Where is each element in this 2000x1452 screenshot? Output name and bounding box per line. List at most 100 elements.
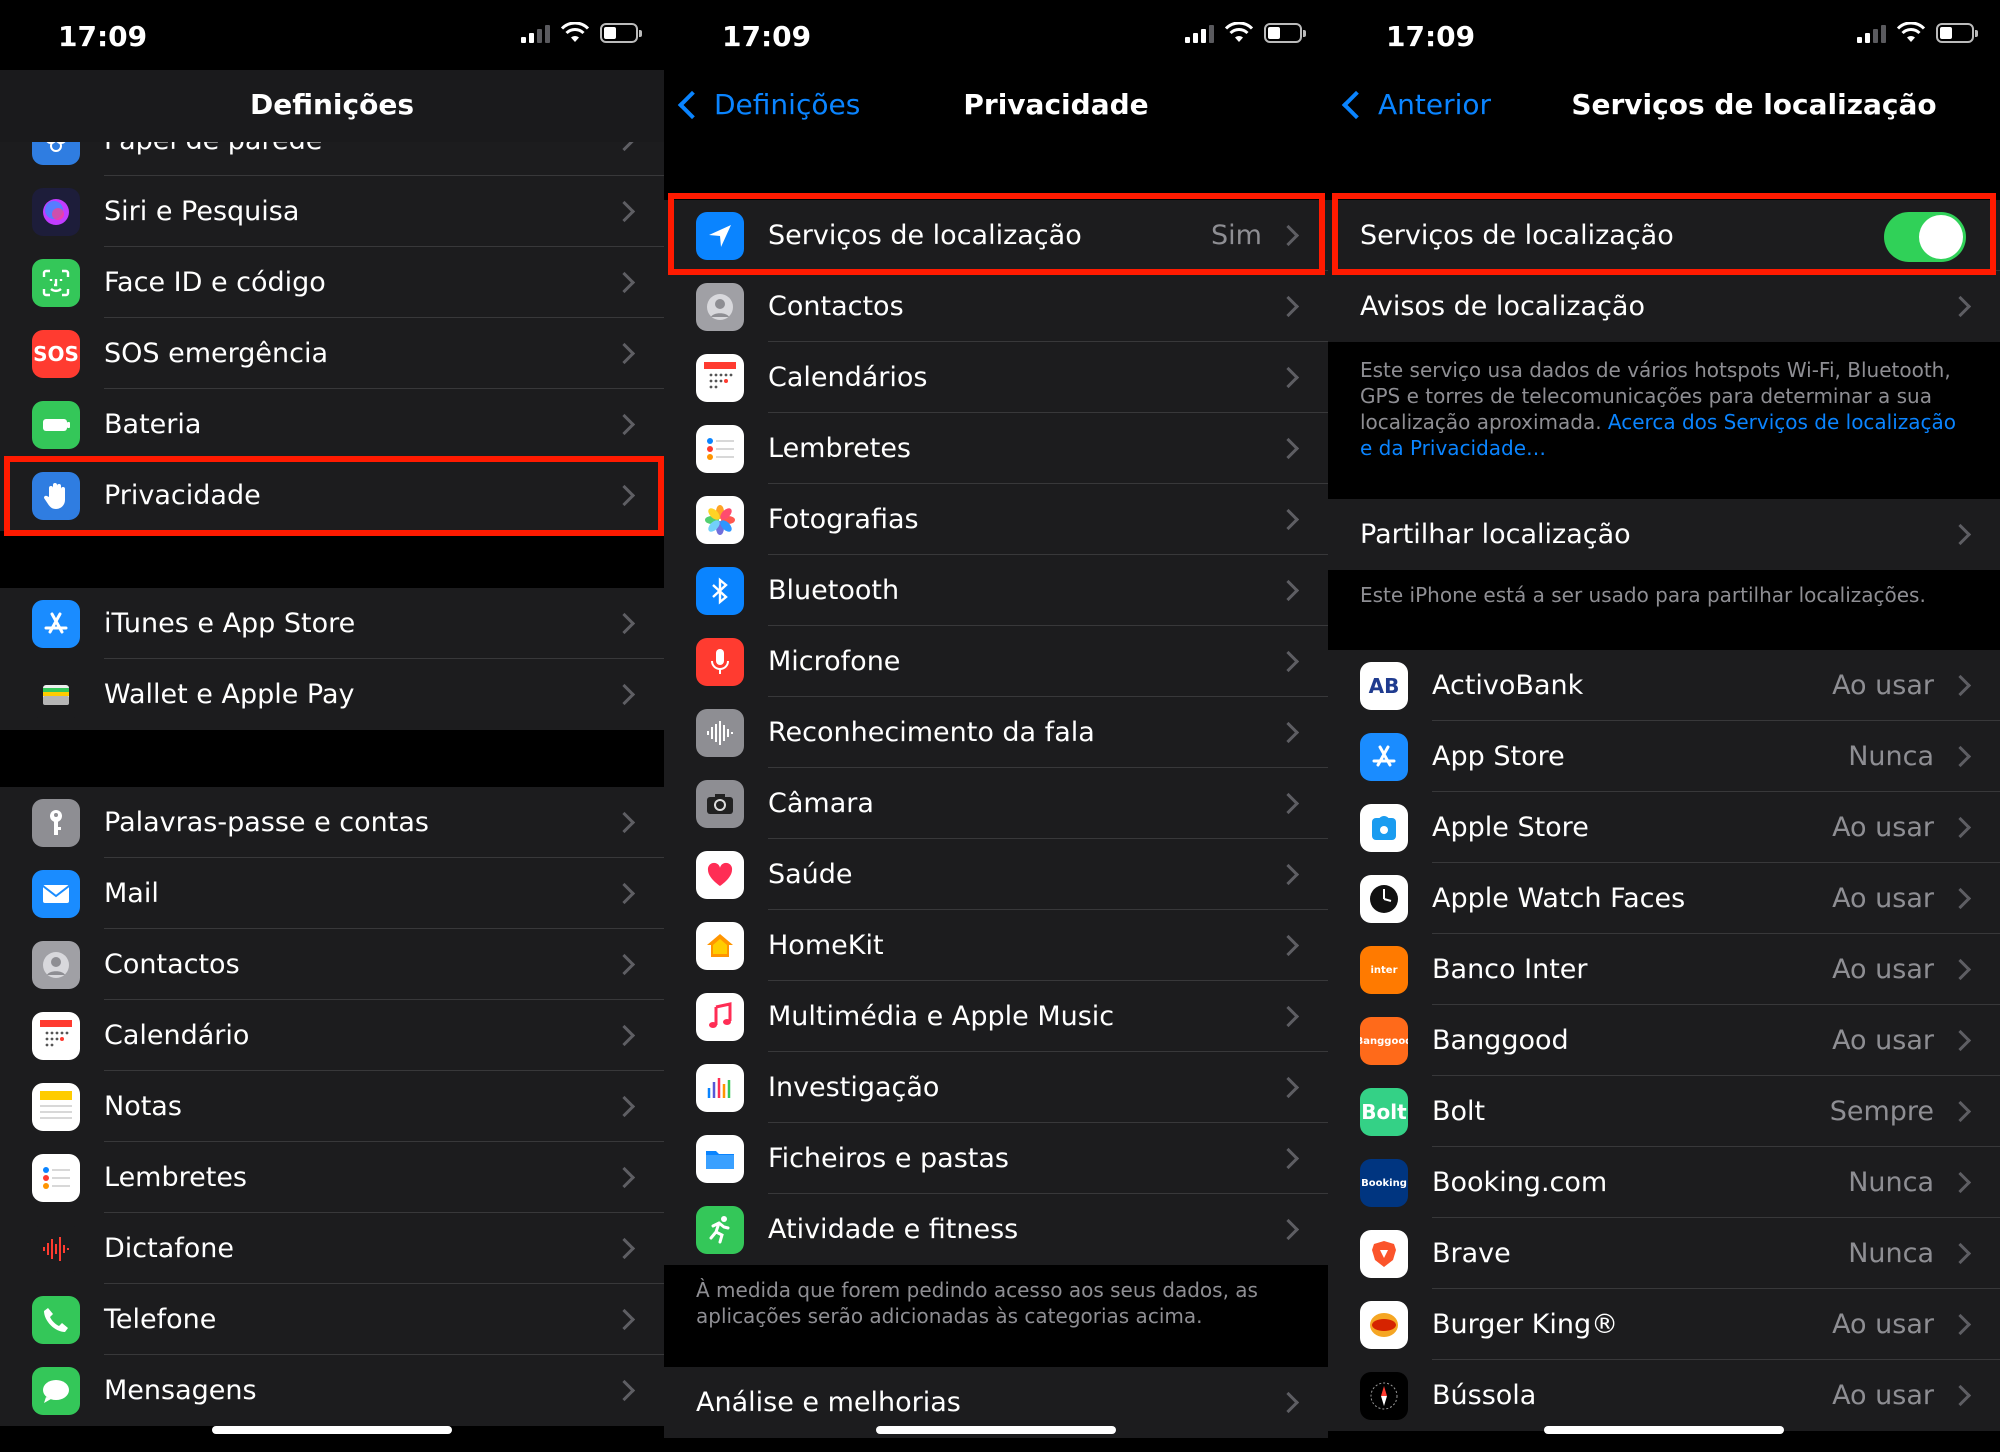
- list-item[interactable]: Mail: [0, 858, 664, 929]
- list-item[interactable]: Investigação: [664, 1052, 1328, 1123]
- list-item[interactable]: Contactos: [0, 929, 664, 1000]
- bancointer-icon: inter: [1360, 946, 1408, 994]
- list-item[interactable]: Wallet e Apple Pay: [0, 659, 664, 730]
- list-item[interactable]: Calendários: [664, 342, 1328, 413]
- section-gap: [0, 730, 664, 787]
- list-item-value: Nunca: [1848, 741, 1934, 772]
- banggood-icon: Banggood: [1360, 1017, 1408, 1065]
- list-item[interactable]: Fotografias: [664, 484, 1328, 555]
- list-item[interactable]: Mensagens: [0, 1355, 664, 1426]
- list-item[interactable]: Lembretes: [664, 413, 1328, 484]
- list-item-label: Lembretes: [104, 1162, 248, 1193]
- list-item[interactable]: Burger King® Ao usar: [1328, 1289, 2000, 1360]
- chevron-right-icon: [613, 484, 636, 507]
- list-item[interactable]: Multimédia e Apple Music: [664, 981, 1328, 1052]
- list-item[interactable]: Booking Booking.com Nunca: [1328, 1147, 2000, 1218]
- list-item[interactable]: Atividade e fitness: [664, 1194, 1328, 1265]
- brave-icon: [1360, 1230, 1408, 1278]
- list-item[interactable]: Siri e Pesquisa: [0, 176, 664, 247]
- wallet-icon: [32, 671, 80, 719]
- location-alerts-row[interactable]: Avisos de localização: [1328, 271, 2000, 342]
- list-item[interactable]: Apple Store Ao usar: [1328, 792, 2000, 863]
- reminders-icon: [696, 425, 744, 473]
- list-item-label: Bússola: [1432, 1380, 1537, 1411]
- share-location-row[interactable]: Partilhar localização: [1328, 499, 2000, 570]
- list-item[interactable]: Brave Nunca: [1328, 1218, 2000, 1289]
- list-item[interactable]: Notas: [0, 1071, 664, 1142]
- wifi-icon: [1224, 22, 1254, 42]
- list-item[interactable]: Lembretes: [0, 1142, 664, 1213]
- list-item[interactable]: iTunes e App Store: [0, 588, 664, 659]
- booking-icon: Booking: [1360, 1159, 1408, 1207]
- home-indicator: [1544, 1426, 1784, 1434]
- chevron-right-icon: [613, 882, 636, 905]
- list-item-label: SOS emergência: [104, 338, 329, 369]
- list-item[interactable]: Bússola Ao usar: [1328, 1360, 2000, 1431]
- location-arrow-icon: [696, 212, 744, 260]
- cellular-signal-icon: [521, 23, 550, 43]
- back-button[interactable]: Anterior: [1341, 88, 1491, 121]
- location-services-toggle-row[interactable]: Serviços de localização: [1328, 200, 2000, 271]
- status-time: 17:09: [58, 20, 148, 53]
- list-item[interactable]: Bolt Bolt Sempre: [1328, 1076, 2000, 1147]
- list-item-label: Siri e Pesquisa: [104, 196, 300, 227]
- settings-list: Papel de paredeSiri e PesquisaFace ID e …: [0, 105, 664, 1426]
- list-item[interactable]: Face ID e código: [0, 247, 664, 318]
- list-item[interactable]: Apple Watch Faces Ao usar: [1328, 863, 2000, 934]
- privacy-screen: 17:09 Definições Privacidade Serviços de…: [664, 0, 1328, 1452]
- location-services-toggle[interactable]: [1884, 212, 1966, 262]
- calendar-icon: [696, 354, 744, 402]
- list-item-label: Brave: [1432, 1238, 1511, 1269]
- home-indicator: [212, 1426, 452, 1434]
- bluetooth-icon: [696, 567, 744, 615]
- list-item-label: Reconhecimento da fala: [768, 717, 1095, 748]
- health-icon: [696, 851, 744, 899]
- chevron-right-icon: [613, 1024, 636, 1047]
- contacts-icon: [32, 941, 80, 989]
- list-item-value: Ao usar: [1832, 883, 1934, 914]
- chevron-right-icon: [1949, 523, 1972, 546]
- list-item[interactable]: inter Banco Inter Ao usar: [1328, 934, 2000, 1005]
- chevron-right-icon: [1949, 1242, 1972, 1265]
- list-item[interactable]: HomeKit: [664, 910, 1328, 981]
- list-item[interactable]: Saúde: [664, 839, 1328, 910]
- list-item[interactable]: Microfone: [664, 626, 1328, 697]
- chevron-right-icon: [1949, 1171, 1972, 1194]
- chevron-right-icon: [613, 1379, 636, 1402]
- list-item[interactable]: Banggood Banggood Ao usar: [1328, 1005, 2000, 1076]
- list-item[interactable]: AB ActivoBank Ao usar: [1328, 650, 2000, 721]
- list-item[interactable]: Telefone: [0, 1284, 664, 1355]
- list-item-label: Wallet e Apple Pay: [104, 679, 355, 710]
- home-indicator: [876, 1426, 1116, 1434]
- list-item[interactable]: Privacidade: [0, 460, 664, 531]
- list-item[interactable]: Ficheiros e pastas: [664, 1123, 1328, 1194]
- chevron-right-icon: [1949, 295, 1972, 318]
- key-icon: [32, 799, 80, 847]
- chevron-right-icon: [613, 953, 636, 976]
- list-item[interactable]: Palavras-passe e contas: [0, 787, 664, 858]
- chevron-right-icon: [613, 1308, 636, 1331]
- list-item[interactable]: Câmara: [664, 768, 1328, 839]
- list-item[interactable]: App Store Nunca: [1328, 721, 2000, 792]
- list-item-label: Apple Store: [1432, 812, 1589, 843]
- list-item[interactable]: SOS SOS emergência: [0, 318, 664, 389]
- messages-icon: [32, 1367, 80, 1415]
- list-item[interactable]: Reconhecimento da fala: [664, 697, 1328, 768]
- home-icon: [696, 922, 744, 970]
- list-item-label: Notas: [104, 1091, 182, 1122]
- list-item-label: Burger King®: [1432, 1309, 1619, 1340]
- microphone-icon: [696, 638, 744, 686]
- list-item[interactable]: Bateria: [0, 389, 664, 460]
- appstore-icon: [32, 600, 80, 648]
- list-item[interactable]: Dictafone: [0, 1213, 664, 1284]
- calendar-icon: [32, 1012, 80, 1060]
- chevron-right-icon: [1277, 934, 1300, 957]
- list-item[interactable]: Contactos: [664, 271, 1328, 342]
- share-location-footer: Este iPhone está a ser usado para partil…: [1328, 570, 2000, 650]
- location-services-toggle-label: Serviços de localização: [1360, 220, 1674, 251]
- list-item-label: iTunes e App Store: [104, 608, 356, 639]
- cellular-signal-icon: [1185, 23, 1214, 43]
- list-item[interactable]: Calendário: [0, 1000, 664, 1071]
- list-item[interactable]: Serviços de localização Sim: [664, 200, 1328, 271]
- list-item[interactable]: Bluetooth: [664, 555, 1328, 626]
